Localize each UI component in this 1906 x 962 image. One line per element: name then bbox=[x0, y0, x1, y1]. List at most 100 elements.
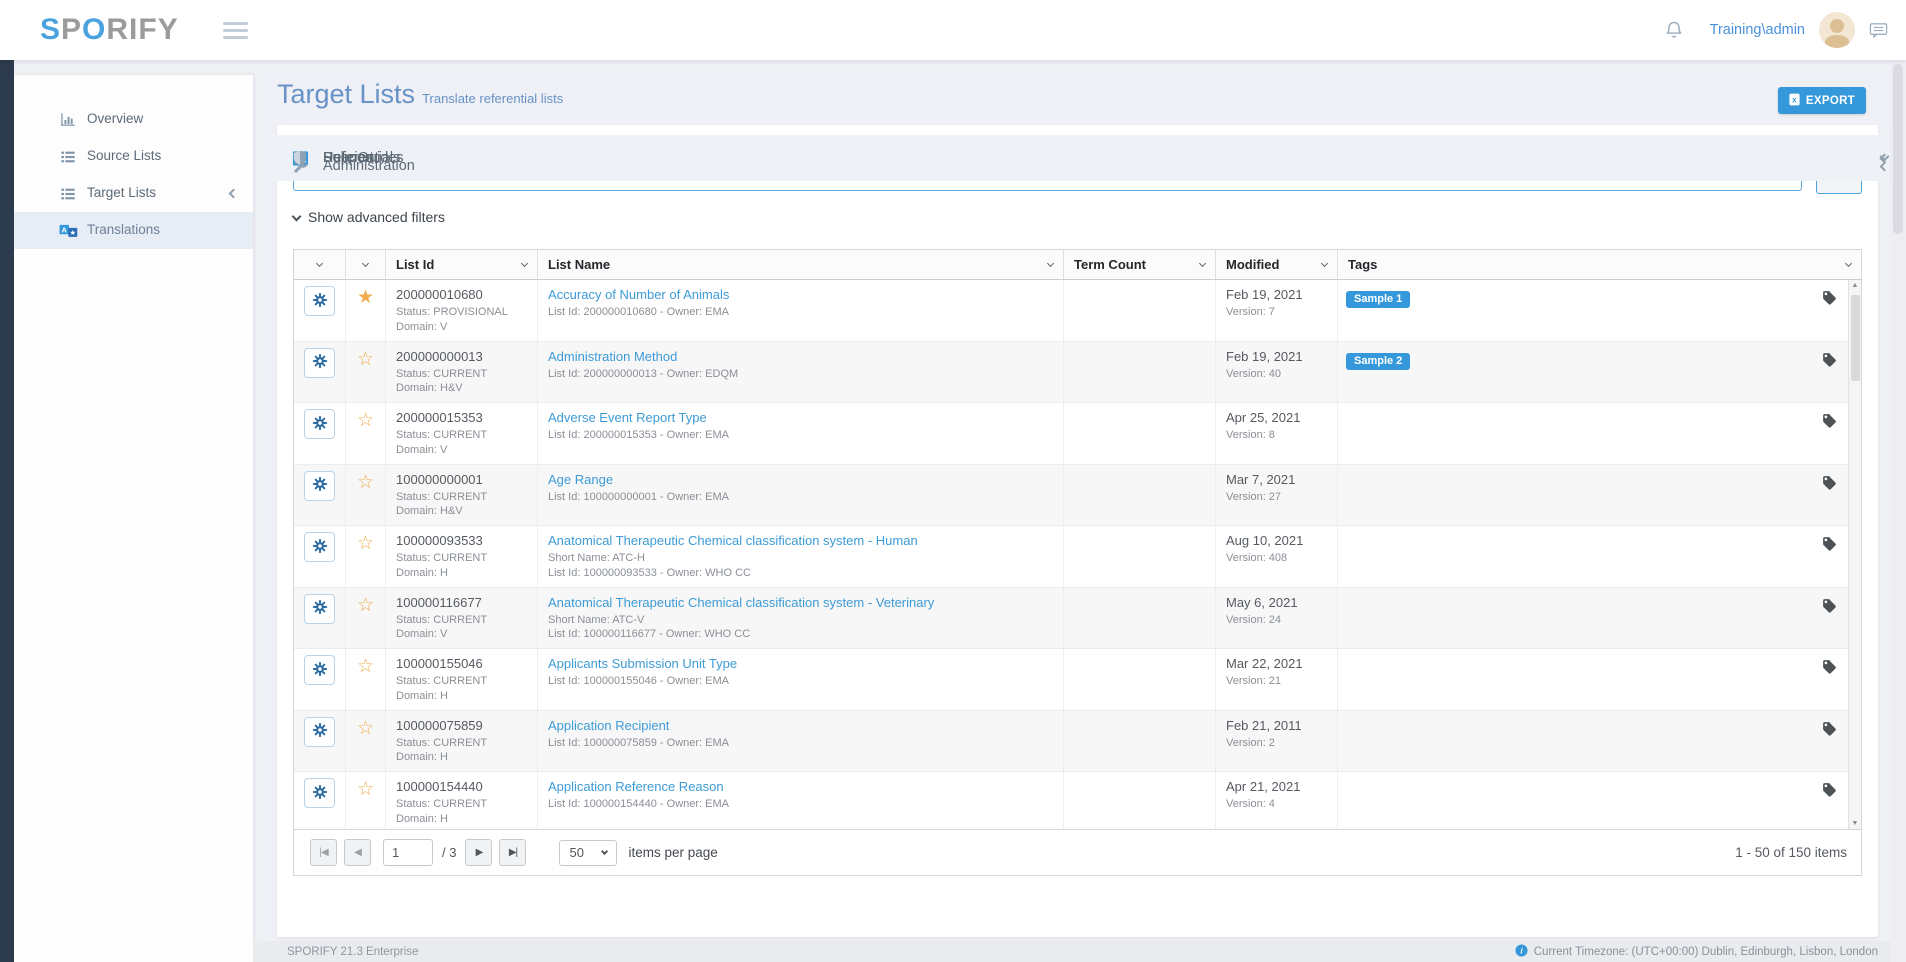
row-settings-button[interactable] bbox=[304, 348, 335, 378]
notifications-bell-icon[interactable] bbox=[1664, 20, 1684, 40]
sidebar-item-overview[interactable]: Overview bbox=[14, 101, 253, 138]
tag-icon[interactable] bbox=[1822, 598, 1837, 618]
sidebar-item-target-lists[interactable]: Target Lists bbox=[14, 175, 253, 212]
row-settings-button[interactable] bbox=[304, 286, 335, 316]
list-name-link[interactable]: Adverse Event Report Type bbox=[548, 410, 1053, 425]
favorite-star-icon[interactable]: ☆ bbox=[357, 350, 374, 399]
scroll-down-arrow-icon[interactable]: ▼ bbox=[1849, 820, 1861, 827]
tag-icon[interactable] bbox=[1822, 721, 1837, 741]
column-menu-chevron-icon[interactable] bbox=[1047, 259, 1054, 266]
advanced-filters-toggle[interactable]: Show advanced filters bbox=[293, 209, 445, 225]
tag-icon[interactable] bbox=[1822, 536, 1837, 556]
svg-text:A: A bbox=[61, 225, 67, 234]
column-menu-chevron-icon[interactable] bbox=[1199, 259, 1206, 266]
table-scrollbar[interactable]: ▲▼ bbox=[1848, 280, 1861, 829]
first-page-button[interactable]: |◀ bbox=[310, 839, 337, 866]
sidebar-item-translations[interactable]: A★Translations bbox=[14, 212, 253, 249]
column-menu-chevron-icon[interactable] bbox=[316, 259, 323, 266]
row-settings-button[interactable] bbox=[304, 409, 335, 439]
column-menu-chevron-icon[interactable] bbox=[1321, 259, 1328, 266]
list-status: Status: CURRENT bbox=[396, 797, 527, 812]
favorite-star-icon[interactable]: ☆ bbox=[357, 719, 374, 768]
table-scrollbar-thumb[interactable] bbox=[1851, 295, 1860, 381]
table-row[interactable]: ☆200000000013Status: CURRENTDomain: H&VA… bbox=[294, 342, 1861, 404]
menu-toggle-icon[interactable] bbox=[223, 22, 248, 39]
list-icon bbox=[58, 149, 78, 165]
column-header-list-id[interactable]: List Id bbox=[386, 250, 538, 279]
list-name-link[interactable]: Anatomical Therapeutic Chemical classifi… bbox=[548, 533, 1053, 548]
page-scrollbar-thumb[interactable] bbox=[1893, 64, 1903, 234]
tag-badge[interactable]: Sample 2 bbox=[1346, 353, 1410, 370]
column-menu-chevron-icon[interactable] bbox=[521, 259, 528, 266]
gear-icon bbox=[312, 538, 328, 557]
next-page-button[interactable]: ▶ bbox=[465, 839, 492, 866]
table-row[interactable]: ☆100000116677Status: CURRENTDomain: VAna… bbox=[294, 588, 1861, 650]
tag-icon[interactable] bbox=[1822, 352, 1837, 372]
row-settings-button[interactable] bbox=[304, 532, 335, 562]
list-name-link[interactable]: Age Range bbox=[548, 472, 1053, 487]
scroll-up-arrow-icon[interactable]: ▲ bbox=[1849, 282, 1861, 289]
sidebar-item-label: Target Lists bbox=[87, 186, 156, 201]
tag-icon[interactable] bbox=[1822, 659, 1837, 679]
last-page-button[interactable]: ▶| bbox=[499, 839, 526, 866]
table-row[interactable]: ☆200000015353Status: CURRENTDomain: VAdv… bbox=[294, 403, 1861, 465]
tag-icon[interactable] bbox=[1822, 782, 1837, 802]
version: Version: 2 bbox=[1226, 736, 1327, 751]
favorite-star-icon[interactable]: ☆ bbox=[357, 534, 374, 583]
table-row[interactable]: ☆100000154440Status: CURRENTDomain: HApp… bbox=[294, 772, 1861, 829]
row-settings-button[interactable] bbox=[304, 655, 335, 685]
favorite-star-icon[interactable]: ☆ bbox=[357, 411, 374, 460]
list-name-link[interactable]: Anatomical Therapeutic Chemical classifi… bbox=[548, 595, 1053, 610]
favorite-star-icon[interactable]: ☆ bbox=[357, 473, 374, 522]
row-settings-button[interactable] bbox=[304, 778, 335, 808]
column-header-modified[interactable]: Modified bbox=[1216, 250, 1338, 279]
table-row[interactable]: ☆100000155046Status: CURRENTDomain: HApp… bbox=[294, 649, 1861, 711]
list-meta: List Id: 100000155046 - Owner: EMA bbox=[548, 674, 1053, 689]
chat-icon[interactable] bbox=[1869, 21, 1888, 40]
page-number-input[interactable] bbox=[383, 839, 433, 866]
gear-icon bbox=[312, 476, 328, 495]
row-settings-button[interactable] bbox=[304, 594, 335, 624]
tag-badge[interactable]: Sample 1 bbox=[1346, 291, 1410, 308]
column-header-blank-1[interactable] bbox=[346, 250, 386, 279]
list-name-link[interactable]: Accuracy of Number of Animals bbox=[548, 287, 1053, 302]
column-menu-chevron-icon[interactable] bbox=[362, 259, 369, 266]
table-header-row: List IdList NameTerm CountModifiedTags bbox=[294, 250, 1861, 280]
list-domain: Domain: H bbox=[396, 566, 527, 581]
list-name-link[interactable]: Applicants Submission Unit Type bbox=[548, 656, 1053, 671]
column-header-tags[interactable]: Tags bbox=[1338, 250, 1861, 279]
items-per-page-select[interactable]: 50 bbox=[559, 840, 617, 866]
excel-file-icon: x bbox=[1789, 93, 1800, 109]
list-id: 100000075859 bbox=[396, 718, 527, 733]
table-row[interactable]: ☆100000093533Status: CURRENTDomain: HAna… bbox=[294, 526, 1861, 588]
column-header-term-count[interactable]: Term Count bbox=[1064, 250, 1216, 279]
favorite-star-icon[interactable]: ☆ bbox=[357, 596, 374, 645]
list-name-link[interactable]: Application Reference Reason bbox=[548, 779, 1053, 794]
row-settings-button[interactable] bbox=[304, 471, 335, 501]
favorite-star-icon[interactable]: ☆ bbox=[357, 657, 374, 706]
table-row[interactable]: ☆100000075859Status: CURRENTDomain: HApp… bbox=[294, 711, 1861, 773]
column-menu-chevron-icon[interactable] bbox=[1845, 259, 1852, 266]
tag-icon[interactable] bbox=[1822, 290, 1837, 310]
column-header-blank-0[interactable] bbox=[294, 250, 346, 279]
sidebar-item-source-lists[interactable]: Source Lists bbox=[14, 138, 253, 175]
app-logo[interactable]: SPORIFY bbox=[40, 13, 179, 47]
modified-date: Feb 21, 2011 bbox=[1226, 718, 1327, 733]
list-name-link[interactable]: Application Recipient bbox=[548, 718, 1053, 733]
export-button[interactable]: x EXPORT bbox=[1778, 87, 1866, 114]
table-row[interactable]: ☆100000000001Status: CURRENTDomain: H&VA… bbox=[294, 465, 1861, 527]
favorite-star-icon[interactable]: ☆ bbox=[357, 780, 374, 829]
avatar[interactable] bbox=[1819, 12, 1855, 48]
row-settings-button[interactable] bbox=[304, 717, 335, 747]
list-short-name: Short Name: ATC-V bbox=[548, 613, 1053, 628]
list-name-link[interactable]: Administration Method bbox=[548, 349, 1053, 364]
tag-icon[interactable] bbox=[1822, 413, 1837, 433]
page-scrollbar[interactable] bbox=[1890, 60, 1906, 962]
favorite-star-icon[interactable]: ★ bbox=[357, 288, 374, 337]
tag-icon[interactable] bbox=[1822, 475, 1837, 495]
column-header-list-name[interactable]: List Name bbox=[538, 250, 1064, 279]
table-row[interactable]: ★200000010680Status: PROVISIONALDomain: … bbox=[294, 280, 1861, 342]
user-menu[interactable]: Training\admin bbox=[1710, 22, 1805, 38]
sidebar-item-policies[interactable]: Policies bbox=[267, 135, 1904, 181]
prev-page-button[interactable]: ◀ bbox=[344, 839, 371, 866]
